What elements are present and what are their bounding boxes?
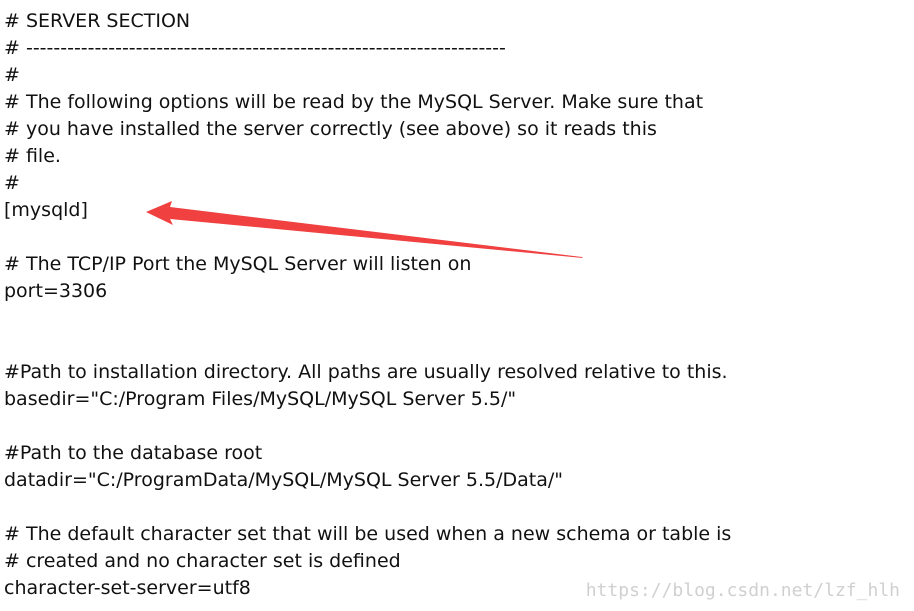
comment-line: # created and no character set is define…: [4, 550, 401, 572]
setting-line: basedir="C:/Program Files/MySQL/MySQL Se…: [4, 388, 517, 410]
comment-line: #: [4, 64, 20, 86]
config-document: # SERVER SECTION # ---------------------…: [4, 8, 904, 602]
comment-line: # file.: [4, 145, 61, 167]
comment-line: # The default character set that will be…: [4, 523, 732, 545]
comment-line: #Path to installation directory. All pat…: [4, 361, 728, 383]
comment-line: # The TCP/IP Port the MySQL Server will …: [4, 253, 472, 275]
setting-line: datadir="C:/ProgramData/MySQL/MySQL Serv…: [4, 469, 563, 491]
comment-line: # SERVER SECTION: [4, 10, 191, 32]
comment-line: #Path to the database root: [4, 442, 263, 464]
setting-line: port=3306: [4, 280, 108, 302]
comment-line: #: [4, 172, 20, 194]
comment-line: # --------------------------------------…: [4, 37, 506, 59]
section-header-line: [mysqld]: [4, 199, 88, 221]
comment-line: # you have installed the server correctl…: [4, 118, 657, 140]
comment-line: # The following options will be read by …: [4, 91, 704, 113]
watermark-url: https://blog.csdn.net/lzf_hlh: [585, 580, 900, 601]
